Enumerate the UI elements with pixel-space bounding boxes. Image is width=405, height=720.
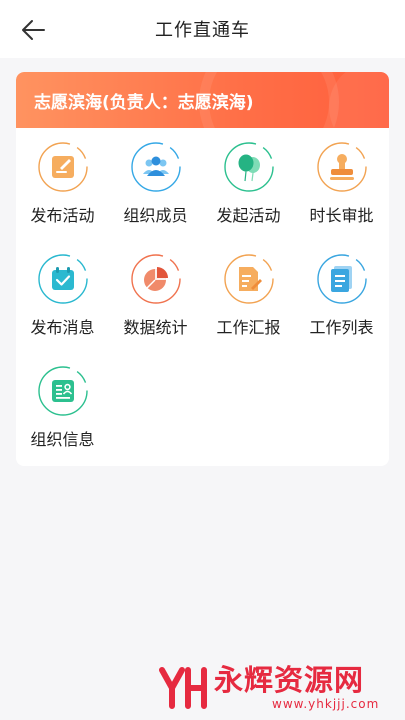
publish-activity-button[interactable]: 发布活动	[16, 134, 109, 246]
page-title: 工作直通车	[155, 20, 250, 41]
start-activity-button[interactable]: 发起活动	[202, 134, 295, 246]
stamp-icon	[315, 140, 369, 194]
org-banner: 志愿滨海(负责人：志愿滨海)	[16, 72, 389, 128]
grid-item-label: 时长审批	[309, 206, 374, 225]
grid-item-label: 发起活动	[216, 206, 281, 225]
grid-item-label: 发布活动	[30, 206, 95, 225]
hours-approval-button[interactable]: 时长审批	[295, 134, 388, 246]
back-button[interactable]	[18, 17, 48, 43]
watermark-url: www.yhkjjj.com	[272, 697, 380, 711]
arrow-left-icon	[22, 20, 45, 40]
balloon-icon	[222, 140, 276, 194]
grid-item-label: 发布消息	[30, 318, 95, 337]
watermark-logo-icon	[159, 667, 207, 709]
top-bar: 工作直通车	[0, 0, 405, 58]
grid-item-label: 组织信息	[30, 430, 95, 449]
work-list-button[interactable]: 工作列表	[295, 246, 388, 358]
watermark-text: 永辉资源网	[214, 663, 365, 697]
publish-activity-icon	[36, 140, 90, 194]
report-icon	[222, 252, 276, 306]
grid-item-label: 数据统计	[123, 318, 188, 337]
calendar-check-icon	[36, 252, 90, 306]
pie-chart-icon	[129, 252, 183, 306]
members-button[interactable]: 组织成员	[109, 134, 202, 246]
work-report-button[interactable]: 工作汇报	[202, 246, 295, 358]
org-info-icon	[36, 364, 90, 418]
grid-item-label: 工作汇报	[216, 318, 281, 337]
publish-message-button[interactable]: 发布消息	[16, 246, 109, 358]
function-grid: 发布活动 组织成员 发起活动 时长审批 发布消息 数据统计 工作汇报 工作列表 …	[16, 134, 389, 466]
members-icon	[129, 140, 183, 194]
org-info-button[interactable]: 组织信息	[16, 358, 109, 466]
list-doc-icon	[315, 252, 369, 306]
grid-item-label: 组织成员	[123, 206, 188, 225]
statistics-button[interactable]: 数据统计	[109, 246, 202, 358]
org-name: 志愿滨海(负责人：志愿滨海)	[34, 92, 254, 113]
watermark: 永辉资源网 www.yhkjjj.com	[158, 660, 388, 716]
grid-item-label: 工作列表	[309, 318, 374, 337]
work-panel: 志愿滨海(负责人：志愿滨海) 发布活动 组织成员 发起活动 时长审批 发布消息 …	[16, 72, 389, 466]
